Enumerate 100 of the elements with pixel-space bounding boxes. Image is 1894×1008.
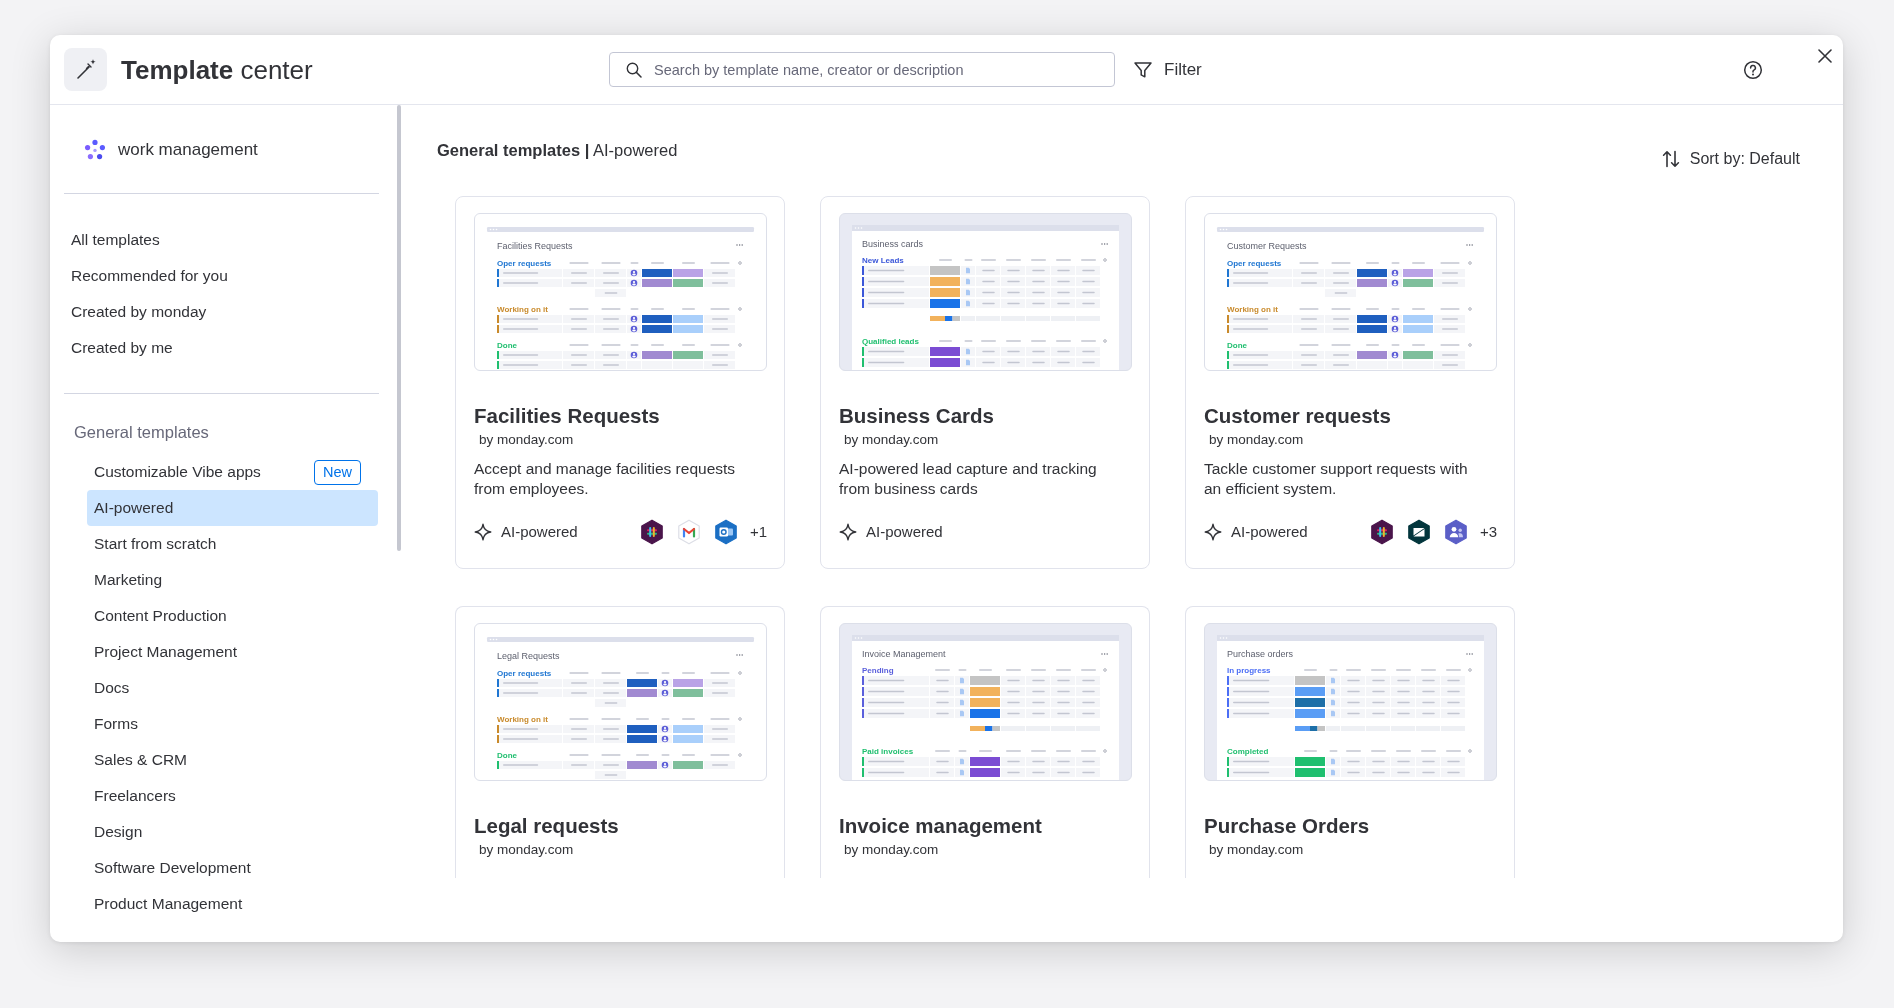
group-label: Done: [497, 750, 517, 760]
person-icon: [630, 269, 638, 277]
sidebar-item[interactable]: Forms: [87, 706, 378, 742]
card-title: Invoice management: [839, 814, 1042, 838]
template-card[interactable]: Purchase orders In progress Completed Purchase Orders by monday.com: [1185, 606, 1515, 878]
search-field[interactable]: Search by template name, creator or description: [609, 52, 1115, 87]
group-label: Oper requests: [497, 668, 552, 678]
sidebar-item[interactable]: Docs: [87, 670, 378, 706]
card-description: Accept and manage facilities requests from employees.: [474, 459, 737, 498]
more-count: +3: [1479, 522, 1497, 542]
person-icon: [630, 279, 638, 287]
board-title: Business cards: [862, 239, 924, 249]
card-title: Facilities Requests: [474, 404, 660, 428]
sparkle-icon: [1204, 523, 1222, 541]
hash-logo-icon: [638, 519, 665, 545]
person-icon: [1391, 279, 1399, 287]
board-title: Legal Requests: [497, 651, 560, 661]
template-card[interactable]: Facilities Requests Oper requests Working on it Done Facilities Requests by monday.com Accept and manage facilities requests from employees. AI-powered +1: [455, 196, 785, 569]
feature-label: AI-powered: [866, 522, 943, 542]
group-label: Done: [1227, 340, 1247, 350]
group-label: Working on it: [1227, 304, 1278, 314]
sort-icon: [1661, 150, 1680, 168]
sparkle-icon: [474, 523, 492, 541]
group-label: Working on it: [497, 714, 548, 724]
hash-logo-icon: [1368, 519, 1395, 545]
person-icon: [630, 325, 638, 333]
person-icon: [661, 725, 669, 733]
author-text: by monday.com: [844, 842, 939, 858]
group-label: Oper requests: [1227, 258, 1282, 268]
card-title: Business Cards: [839, 404, 994, 428]
group-label: Completed: [1227, 746, 1269, 756]
group-label: Working on it: [497, 304, 548, 314]
sidebar-item[interactable]: Freelancers: [87, 778, 378, 814]
person-icon: [661, 679, 669, 687]
sidebar-item[interactable]: Created by monday: [64, 294, 379, 330]
person-icon: [661, 735, 669, 743]
sidebar-item[interactable]: All templates: [64, 222, 379, 258]
feature-label: AI-powered: [501, 522, 578, 542]
envelope-logo-icon: [675, 519, 702, 545]
card-description: Tackle customer support requests with an efficient system.: [1204, 459, 1469, 498]
group-label: Oper requests: [497, 258, 552, 268]
help-icon[interactable]: [1743, 59, 1763, 80]
board-title: Facilities Requests: [497, 241, 573, 251]
sidebar-item[interactable]: Project Management: [87, 634, 378, 670]
section-title: General templates: [73, 421, 210, 443]
product-name: work management: [118, 139, 258, 161]
board-title: Invoice Management: [862, 649, 946, 659]
more-count: +1: [749, 522, 767, 542]
template-card[interactable]: Invoice Management Pending Paid invoices Invoice management by monday.com: [820, 606, 1150, 878]
sidebar-item[interactable]: Start from scratch: [87, 526, 378, 562]
person-icon: [630, 315, 638, 323]
sidebar-item[interactable]: Content Production: [87, 598, 378, 634]
group-label: New Leads: [862, 255, 904, 265]
filter-icon: [1133, 59, 1153, 80]
sort-button[interactable]: Sort by: Default: [1661, 148, 1800, 170]
sidebar-item[interactable]: Sales & CRM: [87, 742, 378, 778]
person-icon: [661, 761, 669, 769]
sidebar-item[interactable]: Design: [87, 814, 378, 850]
group-label: In progress: [1227, 665, 1271, 675]
scrollbar-thumb[interactable]: [397, 105, 401, 551]
new-tag: New: [314, 459, 361, 485]
sidebar-item[interactable]: Recommended for you: [64, 258, 379, 294]
person-icon: [1391, 315, 1399, 323]
sparkle-icon: [839, 523, 857, 541]
sidebar-item[interactable]: Created by me: [64, 330, 379, 366]
board-title: Purchase orders: [1227, 649, 1294, 659]
author-text: by monday.com: [844, 432, 939, 448]
people-logo-icon: [1442, 519, 1469, 545]
mail-logo-icon: [712, 519, 739, 545]
feature-label: AI-powered: [1231, 522, 1308, 542]
sidebar-item[interactable]: Software Development: [87, 850, 378, 886]
author-text: by monday.com: [1209, 842, 1304, 858]
author-text: by monday.com: [479, 432, 574, 448]
board-title: Customer Requests: [1227, 241, 1307, 251]
sidebar-item[interactable]: Marketing: [87, 562, 378, 598]
dots-logo-icon: [84, 139, 106, 161]
author-text: by monday.com: [1209, 432, 1304, 448]
person-icon: [1391, 325, 1399, 333]
author-text: by monday.com: [479, 842, 574, 858]
window-title: Template center: [121, 54, 313, 85]
card-description: AI-powered lead capture and tracking from business cards: [839, 459, 1098, 498]
card-title: Customer requests: [1204, 404, 1391, 428]
group-label: Done: [497, 340, 517, 350]
filter-button[interactable]: Filter: [1133, 58, 1202, 81]
template-card[interactable]: Customer Requests Oper requests Working on it Done Customer requests by monday.com Tackle customer support requests with an efficient system. AI-powered +3: [1185, 196, 1515, 569]
template-card[interactable]: Legal Requests Oper requests Working on it Done Legal requests by monday.com: [455, 606, 785, 878]
card-title: Legal requests: [474, 814, 619, 838]
template-card[interactable]: Business cards New Leads Qualified leads Business Cards by monday.com AI-powered lead capture and tracking from business cards AI-powered: [820, 196, 1150, 569]
sidebar-item[interactable]: Product Management: [87, 886, 378, 922]
wand-icon: [64, 48, 107, 91]
sidebar-item[interactable]: AI-powered: [87, 490, 378, 526]
section-heading: General templates | AI-powered: [437, 140, 678, 161]
group-label: Qualified leads: [862, 336, 919, 346]
triangles-logo-icon: [1405, 519, 1432, 545]
person-icon: [630, 351, 638, 359]
close-icon[interactable]: [1818, 49, 1832, 63]
person-icon: [661, 689, 669, 697]
card-title: Purchase Orders: [1204, 814, 1370, 838]
group-label: Pending: [862, 665, 894, 675]
sidebar-item[interactable]: Customizable Vibe apps New: [87, 454, 378, 490]
